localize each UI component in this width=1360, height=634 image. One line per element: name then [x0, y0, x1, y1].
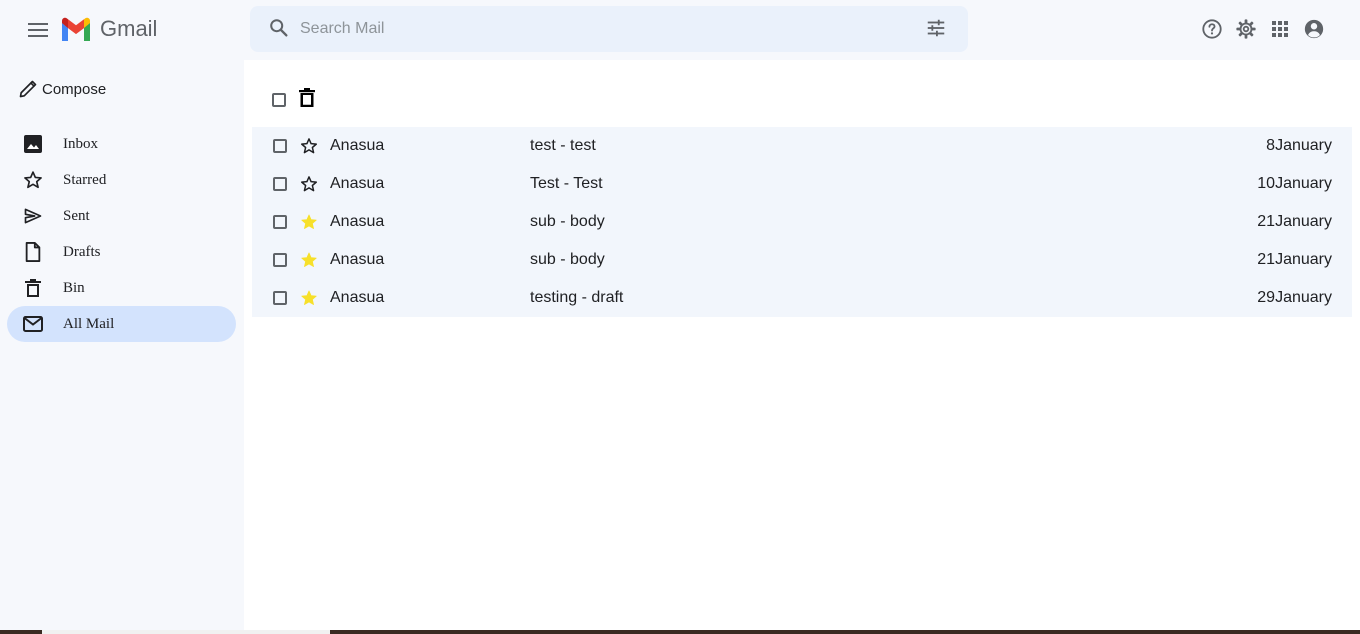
compose-label: Compose: [42, 80, 107, 98]
delete-icon[interactable]: [299, 88, 315, 112]
sidebar-item-label: Drafts: [63, 243, 101, 260]
mail-date: 10January: [1257, 175, 1332, 192]
mail-date: 21January: [1257, 213, 1332, 230]
bottom-strip-light: [42, 630, 330, 634]
mail-panel: Anasua test - test 8January Anasua Test - Te…: [244, 60, 1360, 634]
send-icon: [23, 206, 43, 226]
top-header: Gmail: [0, 0, 1360, 60]
settings-icon[interactable]: [1234, 15, 1258, 43]
mail-row[interactable]: Anasua Test - Test 10January: [252, 165, 1352, 203]
main-menu-button[interactable]: [22, 14, 54, 46]
mail-list: Anasua test - test 8January Anasua Test - Te…: [252, 127, 1352, 317]
image-icon: [23, 134, 43, 154]
row-checkbox[interactable]: [273, 177, 287, 191]
row-checkbox[interactable]: [273, 215, 287, 229]
sidebar-item-label: All Mail: [63, 315, 115, 332]
star-outline-icon: [23, 170, 43, 190]
mail-row[interactable]: Anasua test - test 8January: [252, 127, 1352, 165]
sidebar: Compose Inbox Starred Sent Drafts Bin Al…: [0, 60, 244, 634]
bottom-strip: [0, 630, 1360, 634]
file-icon: [23, 242, 43, 262]
row-checkbox[interactable]: [273, 291, 287, 305]
search-options-icon[interactable]: [925, 17, 949, 41]
mail-icon: [23, 314, 43, 334]
sidebar-item-label: Starred: [63, 171, 107, 188]
trash-icon: [23, 278, 43, 298]
mail-sender: Anasua: [330, 289, 385, 306]
mail-sender: Anasua: [330, 137, 385, 154]
apps-grid-icon[interactable]: [1268, 15, 1292, 43]
mail-row[interactable]: Anasua sub - body 21January: [252, 203, 1352, 241]
mail-row[interactable]: Anasua sub - body 21January: [252, 241, 1352, 279]
mail-date: 8January: [1266, 137, 1332, 154]
mail-date: 21January: [1257, 251, 1332, 268]
row-checkbox[interactable]: [273, 253, 287, 267]
mail-sender: Anasua: [330, 213, 385, 230]
sidebar-item-label: Bin: [63, 279, 85, 296]
mail-subject: test - test: [530, 137, 596, 154]
mail-subject: Test - Test: [530, 175, 603, 192]
sidebar-item-starred[interactable]: Starred: [7, 162, 236, 198]
star-outline-icon[interactable]: [300, 137, 318, 155]
help-icon[interactable]: [1200, 15, 1224, 43]
mail-sender: Anasua: [330, 251, 385, 268]
star-filled-icon[interactable]: [300, 213, 318, 231]
gmail-m-icon: [62, 17, 90, 41]
sidebar-item-bin[interactable]: Bin: [7, 270, 236, 306]
sidebar-item-drafts[interactable]: Drafts: [7, 234, 236, 270]
compose-button[interactable]: Compose: [18, 78, 106, 100]
mail-row[interactable]: Anasua testing - draft 29January: [252, 279, 1352, 317]
select-all-checkbox[interactable]: [272, 93, 286, 107]
header-actions: [1200, 15, 1326, 43]
mail-sender: Anasua: [330, 175, 385, 192]
sidebar-item-all-mail[interactable]: All Mail: [7, 306, 236, 342]
star-filled-icon[interactable]: [300, 289, 318, 307]
hamburger-icon: [28, 23, 48, 37]
app-name: Gmail: [100, 16, 158, 41]
mail-subject: sub - body: [530, 213, 605, 230]
sidebar-item-label: Sent: [63, 207, 90, 224]
account-icon[interactable]: [1302, 15, 1326, 43]
pencil-icon: [19, 80, 37, 98]
star-filled-icon[interactable]: [300, 251, 318, 269]
row-checkbox[interactable]: [273, 139, 287, 153]
search-bar[interactable]: [250, 6, 968, 52]
search-icon[interactable]: [268, 17, 292, 41]
mail-subject: sub - body: [530, 251, 605, 268]
search-input[interactable]: [298, 6, 858, 52]
mail-subject: testing - draft: [530, 289, 624, 306]
sidebar-item-label: Inbox: [63, 135, 98, 152]
list-toolbar: [272, 88, 315, 112]
mail-date: 29January: [1257, 289, 1332, 306]
star-outline-icon[interactable]: [300, 175, 318, 193]
nav-list: Inbox Starred Sent Drafts Bin All Mail: [7, 126, 236, 342]
sidebar-item-sent[interactable]: Sent: [7, 198, 236, 234]
gmail-logo[interactable]: Gmail: [60, 15, 157, 43]
sidebar-item-inbox[interactable]: Inbox: [7, 126, 236, 162]
